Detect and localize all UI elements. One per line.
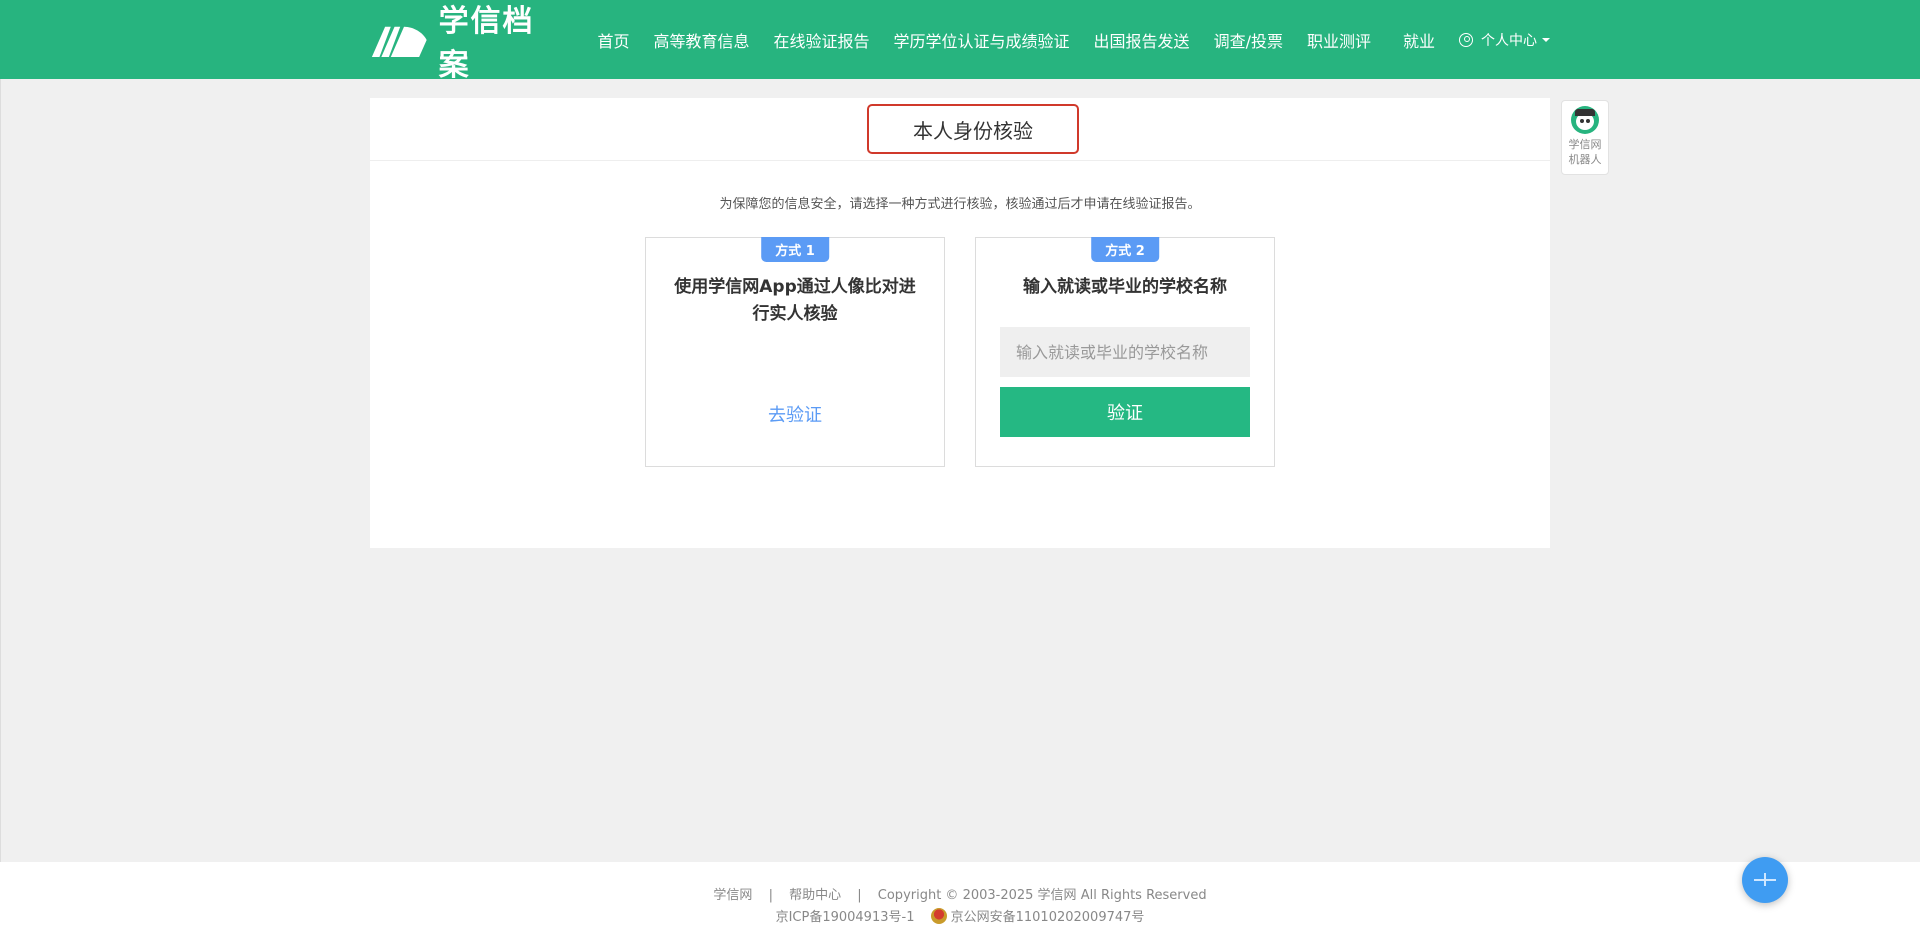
logo-text: 学信档案 [438,3,535,83]
floating-assistant-button[interactable] [1742,857,1788,903]
footer-copyright: Copyright © 2003-2025 学信网 All Rights Res… [877,888,1207,903]
verify-button[interactable]: 验证 [1000,387,1250,437]
robot-label-line1: 学信网 [1568,138,1602,151]
page-title: 本人身份核验 [867,104,1079,154]
footer-link-help[interactable]: 帮助中心 [789,888,841,903]
police-badge-icon [930,908,947,924]
nav-survey[interactable]: 调查/投票 [1214,28,1283,52]
user-center-label: 个人中心 [1481,32,1537,49]
nav-online-verification[interactable]: 在线验证报告 [774,28,870,52]
footer-police[interactable]: 京公网安备11010202009747号 [930,908,1145,925]
verification-panel: 本人身份核验 为保障您的信息安全，请选择一种方式进行核验，核验通过后才申请在线验… [370,98,1550,548]
method-card-app: 方式 1 使用学信网App通过人像比对进行实人核验 去验证 [645,237,945,467]
method-title: 输入就读或毕业的学校名称 [1023,277,1227,297]
page-footer: 学信网 | 帮助中心 | Copyright © 2003-2025 学信网 A… [0,862,1920,943]
nav-higher-education[interactable]: 高等教育信息 [654,28,750,52]
footer-link-chsi[interactable]: 学信网 [713,888,752,903]
chat-robot-widget[interactable]: 学信网 机器人 [1561,100,1609,175]
security-notice: 为保障您的信息安全，请选择一种方式进行核验，核验通过后才申请在线验证报告。 [719,197,1201,212]
chevron-down-icon [1542,37,1550,42]
go-verify-link[interactable]: 去验证 [646,401,944,427]
user-icon [1459,32,1473,47]
logo[interactable]: 学信档案 [370,0,559,83]
method-title: 使用学信网App通过人像比对进行实人核验 [674,277,916,324]
footer-icp[interactable]: 京ICP备19004913号-1 [776,910,915,925]
nav-abroad-report[interactable]: 出国报告发送 [1094,28,1190,52]
robot-avatar-icon [1571,106,1599,134]
nav-career-test[interactable]: 职业测评 [1307,28,1371,52]
user-center-menu[interactable]: 个人中心 [1459,30,1550,50]
method-badge: 方式 2 [1091,237,1159,262]
method-card-school: 方式 2 输入就读或毕业的学校名称 验证 [975,237,1275,467]
nav-degree-certification[interactable]: 学历学位认证与成绩验证 [894,28,1070,52]
method-badge: 方式 1 [761,237,829,262]
robot-label-line2: 机器人 [1568,153,1602,166]
footer-police-text: 京公网安备11010202009747号 [950,910,1145,925]
panel-header: 本人身份核验 [370,98,1550,161]
header-inner: 学信档案 首页 高等教育信息 在线验证报告 学历学位认证与成绩验证 出国报告发送… [370,0,1550,83]
footer-separator: | [768,888,773,903]
school-name-input[interactable] [1000,327,1250,377]
top-header: 学信档案 首页 高等教育信息 在线验证报告 学历学位认证与成绩验证 出国报告发送… [0,0,1920,83]
footer-separator: | [857,888,862,903]
footer-links: 学信网 | 帮助中心 | Copyright © 2003-2025 学信网 A… [0,884,1920,903]
nav-employment[interactable]: 就业 [1403,28,1435,52]
footer-registration: 京ICP备19004913号-1 京公网安备11010202009747号 [0,906,1920,925]
nav-home[interactable]: 首页 [597,28,629,52]
logo-icon [371,26,427,57]
page-left-border [0,79,1,862]
main-nav: 首页 高等教育信息 在线验证报告 学历学位认证与成绩验证 出国报告发送 调查/投… [597,0,1550,79]
